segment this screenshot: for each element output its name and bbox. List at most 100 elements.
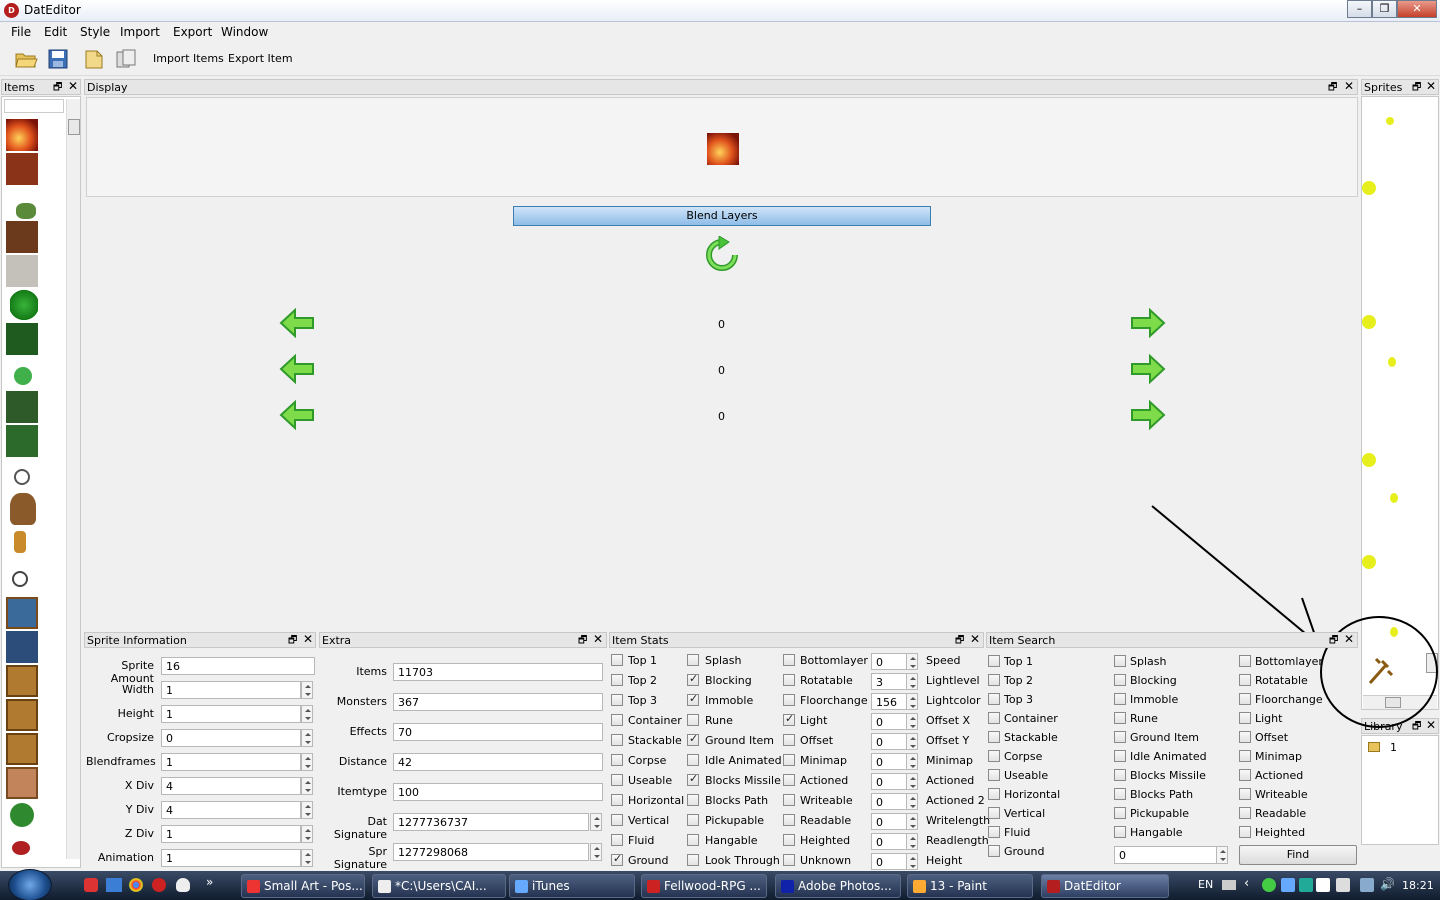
sprite-info-field[interactable]: 1 (161, 849, 301, 867)
extra-field[interactable]: 100 (393, 783, 603, 801)
stat-checkbox[interactable] (783, 834, 795, 846)
left-arrow-icon[interactable] (279, 354, 315, 384)
spinner-arrows-icon[interactable] (1216, 846, 1228, 864)
spinner-arrows-icon[interactable] (906, 653, 918, 670)
extra-field[interactable]: 70 (393, 723, 603, 741)
search-checkbox[interactable] (1114, 655, 1126, 667)
right-arrow-icon[interactable] (1130, 308, 1166, 338)
taskbar-button[interactable]: *C:\Users\CAI... (372, 874, 506, 898)
stat-checkbox[interactable] (687, 714, 699, 726)
search-checkbox[interactable] (988, 807, 1000, 819)
tray-chevron-icon[interactable]: ‹ (1244, 876, 1249, 891)
float-icon[interactable]: 🗗 (955, 633, 964, 650)
clock[interactable]: 18:21 (1402, 879, 1434, 892)
stat-checkbox[interactable] (783, 712, 795, 726)
stat-checkbox[interactable] (783, 794, 795, 806)
search-checkbox[interactable] (1239, 731, 1251, 743)
minimize-button[interactable]: – (1347, 0, 1372, 18)
sprite-info-field[interactable]: 1 (161, 705, 301, 723)
search-value-field[interactable]: 0 (1114, 846, 1218, 864)
find-button[interactable]: Find (1239, 845, 1357, 865)
taskbar-button[interactable]: Adobe Photos... (775, 874, 901, 898)
items-list[interactable] (1, 96, 81, 868)
float-icon[interactable]: 🗗 (1412, 719, 1421, 736)
search-checkbox[interactable] (1239, 788, 1251, 800)
stat-checkbox[interactable] (611, 852, 623, 866)
close-icon[interactable]: ✕ (1426, 79, 1436, 93)
search-checkbox[interactable] (1114, 769, 1126, 781)
sprite-info-field[interactable]: 16 (161, 657, 315, 675)
stat-spinner-field[interactable]: 0 (871, 853, 907, 870)
search-checkbox[interactable] (1239, 807, 1251, 819)
search-checkbox[interactable] (1114, 674, 1126, 686)
search-checkbox[interactable] (988, 769, 1000, 781)
spinner-arrows-icon[interactable] (906, 773, 918, 790)
sprite-info-field[interactable]: 1 (161, 681, 301, 699)
item-thumbnail[interactable] (6, 597, 38, 629)
search-checkbox[interactable] (1114, 712, 1126, 724)
sprites-hscroll-thumb[interactable] (1385, 697, 1401, 708)
search-checkbox[interactable] (988, 750, 1000, 762)
search-checkbox[interactable] (988, 731, 1000, 743)
taskbar-button[interactable]: Small Art - Pos... (241, 874, 365, 898)
network-icon[interactable] (1360, 878, 1374, 892)
item-thumbnail[interactable] (16, 203, 36, 219)
items-filter-field[interactable] (4, 99, 64, 113)
search-checkbox[interactable] (1114, 693, 1126, 705)
menu-import[interactable]: Import (120, 25, 160, 39)
menu-window[interactable]: Window (221, 25, 268, 39)
stat-checkbox[interactable] (611, 694, 623, 706)
refresh-icon[interactable] (703, 236, 741, 274)
open-folder-icon[interactable] (14, 47, 38, 71)
float-icon[interactable]: 🗗 (578, 633, 587, 650)
stat-checkbox[interactable] (687, 854, 699, 866)
item-thumbnail[interactable] (14, 367, 32, 385)
stat-checkbox[interactable] (783, 854, 795, 866)
close-icon[interactable]: ✕ (970, 632, 980, 646)
extra-field[interactable]: 367 (393, 693, 603, 711)
close-icon[interactable]: ✕ (1344, 79, 1354, 93)
stat-checkbox[interactable] (687, 754, 699, 766)
stat-checkbox[interactable] (611, 714, 623, 726)
sprite-thumbnail[interactable] (1362, 315, 1376, 329)
spinner-arrows-icon[interactable] (906, 813, 918, 830)
menu-edit[interactable]: Edit (44, 25, 67, 39)
search-checkbox[interactable] (1239, 750, 1251, 762)
item-thumbnail[interactable] (6, 153, 38, 185)
sprite-info-field[interactable]: 4 (161, 777, 301, 795)
spinner-arrows-icon[interactable] (301, 729, 313, 747)
float-icon[interactable]: 🗗 (1329, 633, 1338, 650)
sprite-thumbnail[interactable] (1390, 493, 1398, 503)
stat-checkbox[interactable] (611, 674, 623, 686)
stat-checkbox[interactable] (687, 794, 699, 806)
items-scroll-thumb[interactable] (68, 119, 80, 135)
tray-icon[interactable] (1316, 878, 1330, 892)
item-thumbnail[interactable] (6, 255, 38, 287)
search-checkbox[interactable] (988, 655, 1000, 667)
stat-checkbox[interactable] (611, 734, 623, 746)
close-icon[interactable]: ✕ (593, 632, 603, 646)
item-thumbnail[interactable] (6, 733, 38, 765)
extra-field[interactable]: 11703 (393, 663, 603, 681)
spinner-arrows-icon[interactable] (906, 833, 918, 850)
sprite-info-field[interactable]: 4 (161, 801, 301, 819)
close-icon[interactable]: ✕ (1344, 632, 1354, 646)
spinner-arrows-icon[interactable] (590, 813, 602, 831)
spinner-arrows-icon[interactable] (906, 733, 918, 750)
spinner-arrows-icon[interactable] (301, 777, 313, 795)
stat-checkbox[interactable] (783, 754, 795, 766)
taskbar-button[interactable]: DatEditor (1041, 874, 1169, 898)
spinner-arrows-icon[interactable] (906, 713, 918, 730)
search-checkbox[interactable] (988, 693, 1000, 705)
overflow-chevron-icon[interactable]: » (206, 875, 213, 889)
item-thumbnail[interactable] (10, 803, 34, 827)
search-checkbox[interactable] (1239, 655, 1251, 667)
float-icon[interactable]: 🗗 (53, 80, 62, 97)
float-icon[interactable]: 🗗 (1328, 80, 1337, 97)
item-thumbnail[interactable] (6, 425, 38, 457)
item-thumbnail[interactable] (6, 665, 38, 697)
search-checkbox[interactable] (988, 845, 1000, 857)
menu-style[interactable]: Style (80, 25, 110, 39)
sprite-thumbnail[interactable] (1386, 117, 1394, 125)
library-list[interactable]: 1 (1361, 735, 1439, 845)
